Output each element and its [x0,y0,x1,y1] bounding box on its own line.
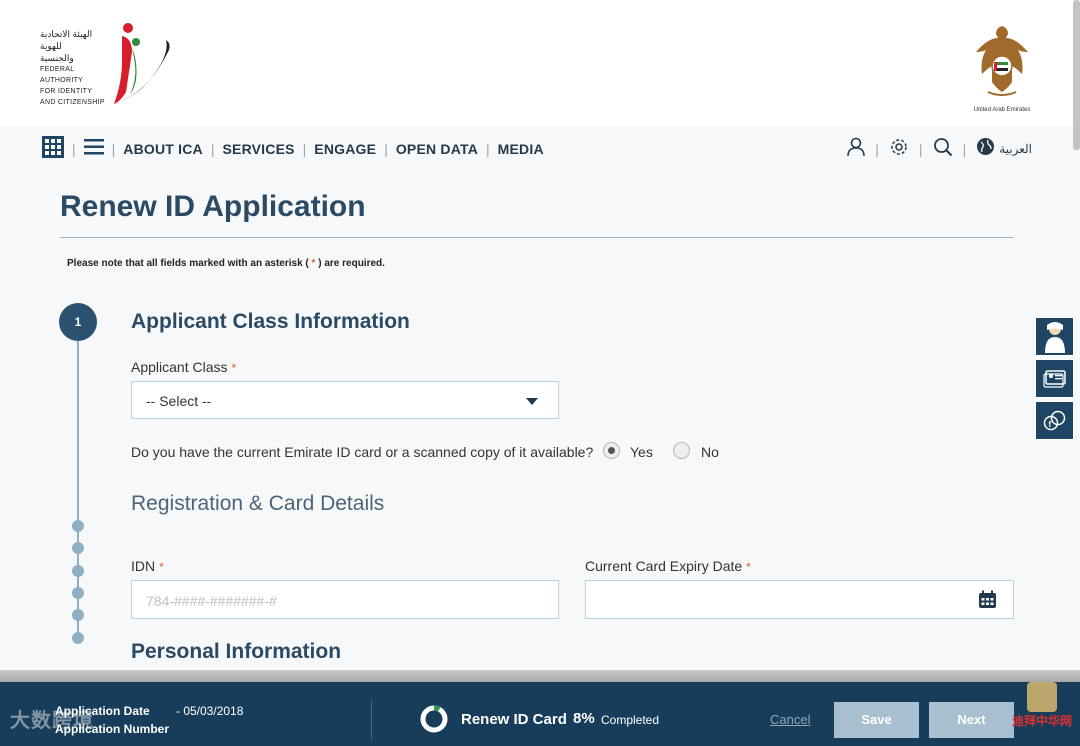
step-dot [72,520,84,532]
service-name: Renew ID Card [461,711,567,728]
nav-separator: | [875,141,879,157]
idn-label: IDN * [131,558,164,574]
assistant-icon [1044,321,1065,353]
required-fields-note: Please note that all fields marked with … [67,258,385,269]
nav-separator: | [962,141,967,157]
ica-logo[interactable]: الهيئة الاتحادية للهوية والجنسية FEDERAL… [40,22,175,110]
progress-ring-icon [420,705,448,733]
required-asterisk: * [231,361,237,375]
ica-logo-text: الهيئة الاتحادية للهوية والجنسية FEDERAL… [40,29,105,106]
nav-media[interactable]: MEDIA [498,141,544,157]
nav-separator: | [210,141,215,157]
nav-separator: | [486,141,490,157]
step-dot [72,632,84,644]
step-dot [72,587,84,599]
site-header: الهيئة الاتحادية للهوية والجنسية FEDERAL… [0,0,1080,125]
radio-yes-label[interactable]: Yes [630,444,653,460]
page-scrollbar[interactable] [1073,0,1080,150]
applicant-class-label: Applicant Class * [131,359,237,375]
application-status-bar: Application Date - 05/03/2018 Applicatio… [0,682,1080,746]
grid-icon[interactable] [42,135,64,163]
next-button[interactable]: Next [929,702,1014,738]
status-bar-divider [371,700,372,740]
step-dot [72,542,84,554]
nav-about-ica[interactable]: ABOUT ICA [123,141,203,157]
bottom-bar-shadow [0,670,1080,682]
required-asterisk: * [311,258,316,269]
radio-no-label[interactable]: No [701,444,719,460]
main-nav: | | ABOUT ICA | SERVICES | ENGAGE | OPEN… [0,125,1080,173]
social-icon: f [1043,410,1065,430]
cancel-link[interactable]: Cancel [770,712,810,727]
language-switch[interactable]: العربية [999,142,1032,156]
nav-separator: | [384,141,388,157]
step-number-badge: 1 [59,303,97,341]
step-dot [72,609,84,621]
nav-engage[interactable]: ENGAGE [314,141,376,157]
applicant-class-select[interactable]: -- Select -- [131,381,559,419]
id-card-icon [1042,369,1066,388]
calendar-icon[interactable] [978,590,997,612]
globe-icon[interactable] [976,137,995,161]
assistant-button[interactable] [1035,317,1074,356]
radio-no[interactable] [673,442,690,459]
uae-emblem: United Arab Emirates [968,22,1036,113]
nav-services[interactable]: SERVICES [223,141,295,157]
required-asterisk: * [746,560,751,574]
radio-yes[interactable] [603,442,620,459]
page-title: Renew ID Application [60,190,366,223]
dropdown-caret-icon [526,398,538,405]
watermark-right: 迪拜中华网 [1012,714,1073,728]
nav-separator: | [302,141,307,157]
search-icon[interactable] [933,137,953,162]
progress-percent: 8% [573,710,595,727]
nav-separator: | [918,141,923,157]
required-asterisk: * [159,560,164,574]
gear-icon[interactable] [889,137,909,162]
step-dot [72,565,84,577]
id-card-availability-question: Do you have the current Emirate ID card … [131,444,594,460]
watermark-corner-logo [1027,682,1057,712]
application-date-value: - 05/03/2018 [176,704,244,718]
save-button[interactable]: Save [834,702,919,738]
nav-separator: | [111,141,116,157]
nav-open-data[interactable]: OPEN DATA [396,141,478,157]
idn-input[interactable]: 784-####-#######-# [131,580,559,619]
id-card-widget-button[interactable] [1035,359,1074,398]
expiry-date-input[interactable] [585,580,1014,619]
uae-emblem-caption: United Arab Emirates [973,107,1031,113]
hamburger-menu-icon[interactable] [83,138,104,161]
title-divider [60,237,1014,238]
svg-text:f: f [1048,420,1051,429]
expiry-date-label: Current Card Expiry Date * [585,558,751,574]
social-widget-button[interactable]: f [1035,401,1074,440]
personal-info-heading: Personal Information [131,640,342,663]
registration-heading: Registration & Card Details [131,492,385,515]
falcon-emblem-icon [976,26,1028,96]
user-icon[interactable] [847,137,866,162]
applicant-class-heading: Applicant Class Information [131,310,410,333]
ica-figure-mark [114,23,170,104]
watermark-left: 大数跨境 [10,710,94,732]
progress-completed-label: Completed [601,713,660,727]
nav-separator: | [72,141,76,157]
